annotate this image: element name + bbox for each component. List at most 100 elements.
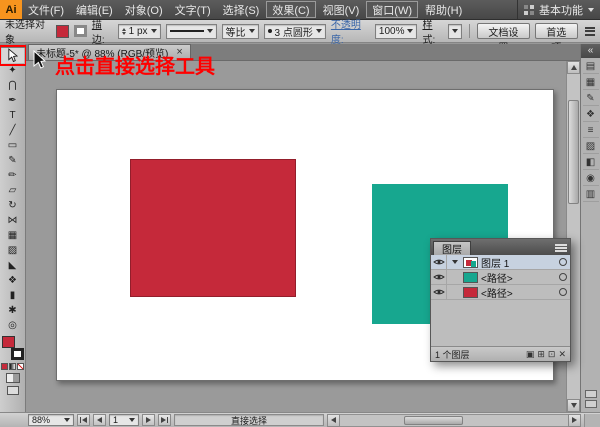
gradient-button[interactable] xyxy=(9,363,16,370)
target-circle-icon[interactable] xyxy=(559,273,567,281)
horizontal-scroll-track[interactable] xyxy=(340,414,568,427)
delete-layer-button[interactable]: ✕ xyxy=(558,349,566,360)
stroke-color-swatch[interactable] xyxy=(74,25,86,37)
opacity-panel-link[interactable]: 不透明度: xyxy=(331,16,370,46)
blend-tool[interactable]: ❖ xyxy=(2,273,24,288)
direct-selection-tool[interactable] xyxy=(2,48,24,63)
drawing-mode-button[interactable] xyxy=(6,373,20,383)
panel-menu-icon[interactable] xyxy=(555,244,567,252)
target-circle-icon[interactable] xyxy=(559,258,567,266)
menu-select[interactable]: 选择(S) xyxy=(217,0,266,19)
dock-mini-button[interactable] xyxy=(585,400,597,408)
first-artboard-button[interactable] xyxy=(77,414,90,426)
color-button[interactable] xyxy=(1,363,8,370)
line-segment-tool[interactable]: ╱ xyxy=(2,123,24,138)
menu-type[interactable]: 文字(T) xyxy=(169,0,217,19)
lasso-tool[interactable]: ⋂ xyxy=(2,78,24,93)
preferences-button[interactable]: 首选项 xyxy=(535,23,578,39)
control-panel-menu-icon[interactable] xyxy=(585,27,595,36)
stroke-well[interactable] xyxy=(11,348,24,360)
stepper-icon[interactable] xyxy=(122,28,126,35)
stroke-panel-link[interactable]: 描边: xyxy=(92,16,113,46)
gradient-panel-button[interactable]: ▨ xyxy=(583,139,599,154)
workspace-switcher[interactable]: 基本功能 xyxy=(517,0,600,19)
scroll-right-button[interactable] xyxy=(568,414,581,427)
eraser-tool[interactable]: ▱ xyxy=(2,183,24,198)
horizontal-scroll-thumb[interactable] xyxy=(404,416,463,425)
horizontal-scrollbar[interactable] xyxy=(327,414,581,427)
previous-artboard-button[interactable] xyxy=(93,414,106,426)
rotate-tool[interactable]: ↻ xyxy=(2,198,24,213)
menu-window[interactable]: 窗口(W) xyxy=(366,1,418,18)
layer-name[interactable]: 图层 1 xyxy=(481,255,556,270)
vertical-scroll-thumb[interactable] xyxy=(568,100,579,204)
last-artboard-button[interactable] xyxy=(158,414,171,426)
visibility-eye-icon[interactable] xyxy=(431,285,447,299)
tools-panel: ✦ ⋂ ✒ T ╱ ▭ ✎ ✏ ▱ ↻ ⋈ ▦ ▨ ◣ ❖ ▮ ✱ ◎ xyxy=(0,44,26,412)
fill-color-swatch[interactable] xyxy=(56,25,70,38)
symbols-panel-button[interactable]: ❖ xyxy=(583,107,599,122)
expand-caret-icon[interactable] xyxy=(450,260,460,264)
chevron-down-icon xyxy=(129,418,135,422)
style-panel-link[interactable]: 样式: xyxy=(422,16,443,46)
next-artboard-button[interactable] xyxy=(142,414,155,426)
scroll-down-button[interactable] xyxy=(567,399,580,412)
target-circle-icon[interactable] xyxy=(559,288,567,296)
transparency-panel-button[interactable]: ◧ xyxy=(583,155,599,170)
dock-mini-button[interactable] xyxy=(585,390,597,398)
appearance-panel-button[interactable]: ◉ xyxy=(583,171,599,186)
mesh-tool[interactable]: ▦ xyxy=(2,228,24,243)
rectangle-tool[interactable]: ▭ xyxy=(2,138,24,153)
eyedropper-tool[interactable]: ◣ xyxy=(2,258,24,273)
magic-wand-tool[interactable]: ✦ xyxy=(2,63,24,78)
red-rectangle-shape[interactable] xyxy=(130,159,296,297)
layers-panel-tab[interactable]: 图层 xyxy=(433,241,471,255)
stroke-width-combo[interactable]: 1 px xyxy=(118,24,161,39)
zoom-level-combo[interactable]: 88% xyxy=(28,414,74,426)
arrow-right-icon xyxy=(572,417,577,423)
path-name[interactable]: <路径> xyxy=(481,285,556,300)
layer-row-path-red[interactable]: <路径> xyxy=(431,285,570,300)
gradient-tool[interactable]: ▨ xyxy=(2,243,24,258)
layer-count: 1 个图层 xyxy=(435,348,470,361)
paintbrush-tool[interactable]: ✎ xyxy=(2,153,24,168)
zoom-tool[interactable]: ◎ xyxy=(2,318,24,333)
graph-tool[interactable]: ▮ xyxy=(2,288,24,303)
swatches-panel-button[interactable]: ▦ xyxy=(583,75,599,90)
pencil-tool[interactable]: ✏ xyxy=(2,168,24,183)
layer-row-layer1[interactable]: 图层 1 xyxy=(431,255,570,270)
visibility-eye-icon[interactable] xyxy=(431,270,447,284)
none-button[interactable] xyxy=(17,363,24,370)
path-name[interactable]: <路径> xyxy=(481,270,556,285)
width-profile-combo[interactable]: 等比 xyxy=(222,24,259,39)
make-clipping-mask-button[interactable]: ▣ xyxy=(526,349,535,360)
style-combo[interactable] xyxy=(448,24,462,39)
scroll-left-button[interactable] xyxy=(327,414,340,427)
pen-tool[interactable]: ✒ xyxy=(2,93,24,108)
layer-row-path-teal[interactable]: <路径> xyxy=(431,270,570,285)
expand-panels-button[interactable]: « xyxy=(581,44,600,58)
new-sublayer-button[interactable]: ⊞ xyxy=(537,349,545,360)
menu-object[interactable]: 对象(O) xyxy=(119,0,169,19)
scroll-up-button[interactable] xyxy=(567,61,580,74)
brushes-panel-button[interactable]: ✎ xyxy=(583,91,599,106)
menu-effect[interactable]: 效果(C) xyxy=(266,1,315,18)
opacity-combo[interactable]: 100% xyxy=(375,24,418,39)
fill-well[interactable] xyxy=(2,336,15,348)
visibility-eye-icon[interactable] xyxy=(431,255,447,269)
stroke-style-combo[interactable] xyxy=(166,24,217,39)
color-panel-button[interactable]: ▤ xyxy=(583,59,599,74)
type-tool[interactable]: T xyxy=(2,108,24,123)
artboard-number-combo[interactable]: 1 xyxy=(109,414,139,426)
document-setup-button[interactable]: 文档设置 xyxy=(477,23,529,39)
width-tool[interactable]: ⋈ xyxy=(2,213,24,228)
window-resize-grip[interactable] xyxy=(584,414,600,427)
stroke-panel-button[interactable]: ≡ xyxy=(583,123,599,138)
brush-definition-combo[interactable]: 3 点圆形 xyxy=(264,24,326,39)
hand-tool[interactable]: ✱ xyxy=(2,303,24,318)
layers-panel-button[interactable]: ▥ xyxy=(583,187,599,202)
arrow-left-icon xyxy=(82,417,87,423)
fill-stroke-wells[interactable] xyxy=(2,335,24,361)
screen-mode-button[interactable] xyxy=(7,386,19,395)
new-layer-button[interactable]: ⊡ xyxy=(548,349,556,360)
